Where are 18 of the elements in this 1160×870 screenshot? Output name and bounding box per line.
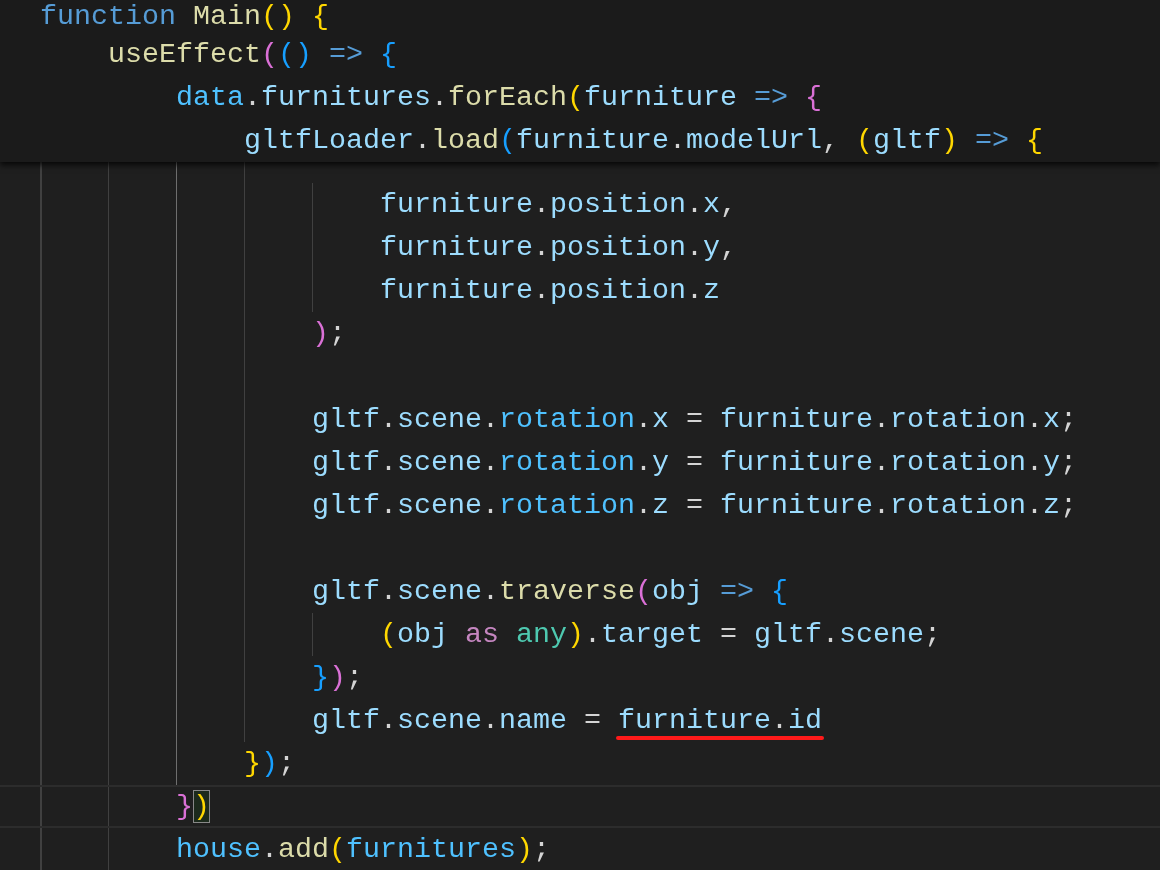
code-line: gltf.scene.rotation.z = furniture.rotation.z; [311,488,1077,524]
code-line: }); [243,746,295,782]
code-line: (obj as any).target = gltf.scene; [379,617,941,653]
code-line: }); [311,660,363,696]
code-line: furniture.position.z [379,273,720,309]
code-line: ); [311,316,346,352]
code-line: house.add(furnitures); [175,832,550,868]
code-line: function Main() { [40,0,329,33]
code-line: useEffect(() => { [107,37,397,73]
code-line: }) [175,789,210,825]
code-line: gltf.scene.rotation.x = furniture.rotation.x; [311,402,1077,438]
code-line: gltf.scene.traverse(obj => { [311,574,788,610]
code-line: data.furnitures.forEach(furniture => { [175,80,822,116]
code-line: gltf.scene.name = furniture.id [311,703,822,739]
code-line: gltfLoader.load(furniture.modelUrl, (gltf) => { [243,123,1043,159]
code-line: furniture.position.y, [379,230,737,266]
code-line: furniture.position.x, [379,187,737,223]
code-line: gltf.scene.rotation.y = furniture.rotation.y; [311,445,1077,481]
